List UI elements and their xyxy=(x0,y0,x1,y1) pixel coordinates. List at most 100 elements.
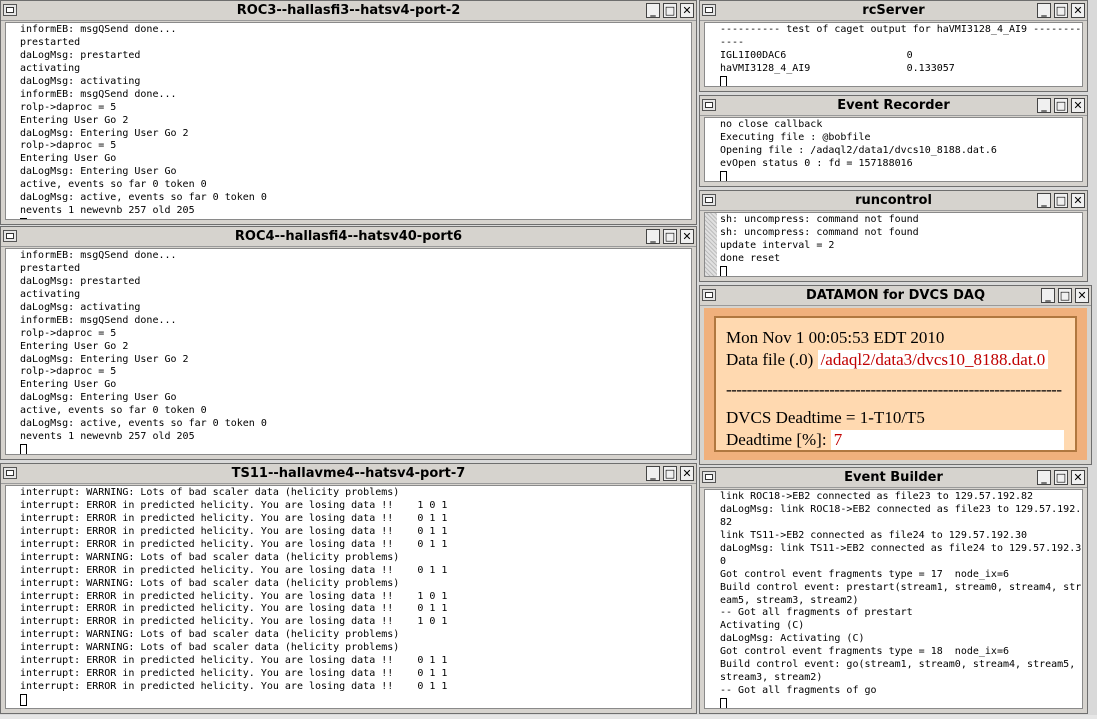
datamon-datafile-label: Data file (.0) xyxy=(726,350,814,369)
close-button[interactable]: ✕ xyxy=(1071,470,1085,485)
terminal-line: interrupt: ERROR in predicted helicity. … xyxy=(20,525,448,537)
terminal-line: nevents 1 newevnb 257 old 205 xyxy=(20,205,195,217)
maximize-button[interactable]: □ xyxy=(663,229,677,244)
eventbuilder-titlebar[interactable]: Event Builder _ □ ✕ xyxy=(700,468,1087,488)
runcontrol-terminal[interactable]: sh: uncompress: command not found sh: unc… xyxy=(704,212,1083,277)
terminal-line: update interval = 2 xyxy=(720,239,835,251)
maximize-button[interactable]: □ xyxy=(1054,98,1068,113)
terminal-cursor-line xyxy=(720,265,1082,276)
maximize-button[interactable]: □ xyxy=(663,3,677,18)
close-button[interactable]: ✕ xyxy=(680,229,694,244)
terminal-line: no close callback xyxy=(720,119,823,130)
roc4-terminal-text: informEB: msgQSend done... prestarted daLo… xyxy=(6,249,691,454)
runcontrol-titlebar[interactable]: runcontrol _ □ ✕ xyxy=(700,191,1087,211)
datamon-deadtime-formula: DVCS Deadtime = 1-T10/T5 xyxy=(726,408,925,427)
maximize-button[interactable]: □ xyxy=(1054,470,1068,485)
minimize-button[interactable]: _ xyxy=(646,3,660,18)
datamon-titlebar[interactable]: DATAMON for DVCS DAQ _ □ ✕ xyxy=(700,286,1091,306)
terminal-line: daLogMsg: link TS11->EB2 connected as fi… xyxy=(720,542,1082,554)
ts11-titlebar[interactable]: TS11--hallavme4--hatsv4-port-7 _ □ ✕ xyxy=(1,464,696,484)
terminal-line: stream3, stream2) xyxy=(720,672,823,684)
terminal-line: interrupt: ERROR in predicted helicity. … xyxy=(20,564,448,576)
close-button[interactable]: ✕ xyxy=(1071,193,1085,208)
terminal-line: Entering User Go xyxy=(20,379,117,391)
eventbuilder-window: Event Builder _ □ ✕ link ROC18->EB2 conn… xyxy=(699,467,1088,714)
runcontrol-title: runcontrol xyxy=(855,193,932,208)
terminal-line: ---------- test of caget output for haVM… xyxy=(720,24,1083,35)
terminal-line: daLogMsg: Entering User Go 2 xyxy=(20,353,189,365)
minimize-button[interactable]: _ xyxy=(646,466,660,481)
terminal-line: Build control event: prestart(stream1, s… xyxy=(720,581,1082,593)
cursor-icon xyxy=(720,170,727,181)
close-button[interactable]: ✕ xyxy=(1071,98,1085,113)
terminal-line: daLogMsg: active, events so far 0 token … xyxy=(20,418,267,430)
runcontrol-terminal-text: sh: uncompress: command not found sh: unc… xyxy=(705,213,1082,276)
runcontrol-window: runcontrol _ □ ✕ sh: uncompress: command… xyxy=(699,190,1088,282)
roc3-titlebar[interactable]: ROC3--hallasfi3--hatsv4-port-2 _ □ ✕ xyxy=(1,1,696,21)
terminal-line: daLogMsg: link ROC18->EB2 connected as f… xyxy=(720,503,1082,515)
terminal-line: evOpen status 0 : fd = 157188016 xyxy=(720,157,913,169)
terminal-line: link TS11->EB2 connected as file24 to 12… xyxy=(720,529,1028,541)
maximize-button[interactable]: □ xyxy=(663,466,677,481)
roc3-terminal[interactable]: informEB: msgQSend done... prestarted daLo… xyxy=(5,22,692,220)
terminal-line: 0 xyxy=(720,555,727,567)
close-button[interactable]: ✕ xyxy=(1071,3,1085,18)
terminal-line: daLogMsg: activating xyxy=(20,75,141,87)
cursor-icon xyxy=(20,694,27,706)
terminal-line: 82 xyxy=(720,516,733,528)
roc4-terminal[interactable]: informEB: msgQSend done... prestarted daLo… xyxy=(5,248,692,455)
terminal-cursor-line xyxy=(20,444,691,454)
terminal-line: done reset xyxy=(720,252,781,264)
roc3-title: ROC3--hallasfi3--hatsv4-port-2 xyxy=(236,3,461,18)
minimize-button[interactable]: _ xyxy=(1037,193,1051,208)
close-button[interactable]: ✕ xyxy=(1075,288,1089,303)
eventrecorder-terminal[interactable]: no close callback Executing file : @bobfi… xyxy=(704,117,1083,182)
roc4-window: ROC4--hallasfi4--hatsv40-port6 _ □ ✕ inf… xyxy=(0,226,697,460)
datamon-panel: Mon Nov 1 00:05:53 EDT 2010 Data file (.… xyxy=(714,316,1077,452)
terminal-line: Entering User Go 2 xyxy=(20,340,129,352)
minimize-button[interactable]: _ xyxy=(646,229,660,244)
minimize-button[interactable]: _ xyxy=(1037,470,1051,485)
terminal-line: interrupt: ERROR in predicted helicity. … xyxy=(20,603,448,615)
terminal-line: interrupt: WARNING: Lots of bad scaler d… xyxy=(20,551,400,563)
eventrecorder-terminal-text: no close callback Executing file : @bobfi… xyxy=(705,118,1082,181)
minimize-button[interactable]: _ xyxy=(1041,288,1055,303)
terminal-cursor-line xyxy=(720,75,1082,86)
terminal-line: interrupt: ERROR in predicted helicity. … xyxy=(20,681,448,693)
terminal-line: Entering User Go xyxy=(20,153,117,165)
terminal-line: -- Got all fragments of prestart xyxy=(720,607,913,619)
terminal-line: interrupt: ERROR in predicted helicity. … xyxy=(20,655,448,667)
cursor-icon xyxy=(20,218,27,219)
terminal-line: haVMI3128_4_AI9 0.133057 xyxy=(720,62,955,74)
terminal-cursor-line xyxy=(20,694,691,707)
ts11-terminal[interactable]: interrupt: WARNING: Lots of bad scaler d… xyxy=(5,485,692,709)
terminal-line: prestarted xyxy=(20,36,81,48)
cursor-icon xyxy=(720,75,727,86)
terminal-line: interrupt: WARNING: Lots of bad scaler d… xyxy=(20,642,400,654)
maximize-button[interactable]: □ xyxy=(1054,193,1068,208)
minimize-button[interactable]: _ xyxy=(1037,98,1051,113)
roc3-window: ROC3--hallasfi3--hatsv4-port-2 _ □ ✕ inf… xyxy=(0,0,697,225)
eventrecorder-titlebar[interactable]: Event Recorder _ □ ✕ xyxy=(700,96,1087,116)
runcontrol-scrollbar[interactable] xyxy=(705,213,717,276)
datamon-title: DATAMON for DVCS DAQ xyxy=(805,288,986,303)
terminal-line: sh: uncompress: command not found xyxy=(720,214,919,225)
rcserver-terminal[interactable]: ---------- test of caget output for haVM… xyxy=(704,22,1083,87)
rcserver-titlebar[interactable]: rcServer _ □ ✕ xyxy=(700,1,1087,21)
terminal-line: daLogMsg: Entering User Go xyxy=(20,166,177,178)
terminal-line: interrupt: ERROR in predicted helicity. … xyxy=(20,668,448,680)
terminal-line: active, events so far 0 token 0 xyxy=(20,179,207,191)
maximize-button[interactable]: □ xyxy=(1058,288,1072,303)
close-button[interactable]: ✕ xyxy=(680,466,694,481)
terminal-line: interrupt: ERROR in predicted helicity. … xyxy=(20,538,448,550)
maximize-button[interactable]: □ xyxy=(1054,3,1068,18)
desktop-bottom-bar xyxy=(0,715,1097,719)
terminal-line: activating xyxy=(20,288,81,300)
terminal-line: informEB: msgQSend done... xyxy=(20,24,177,35)
minimize-button[interactable]: _ xyxy=(1037,3,1051,18)
eventbuilder-title: Event Builder xyxy=(844,470,943,485)
datamon-separator: ----------------------------------------… xyxy=(726,380,1062,399)
roc4-titlebar[interactable]: ROC4--hallasfi4--hatsv40-port6 _ □ ✕ xyxy=(1,227,696,247)
eventbuilder-terminal[interactable]: link ROC18->EB2 connected as file23 to 1… xyxy=(704,489,1083,709)
close-button[interactable]: ✕ xyxy=(680,3,694,18)
